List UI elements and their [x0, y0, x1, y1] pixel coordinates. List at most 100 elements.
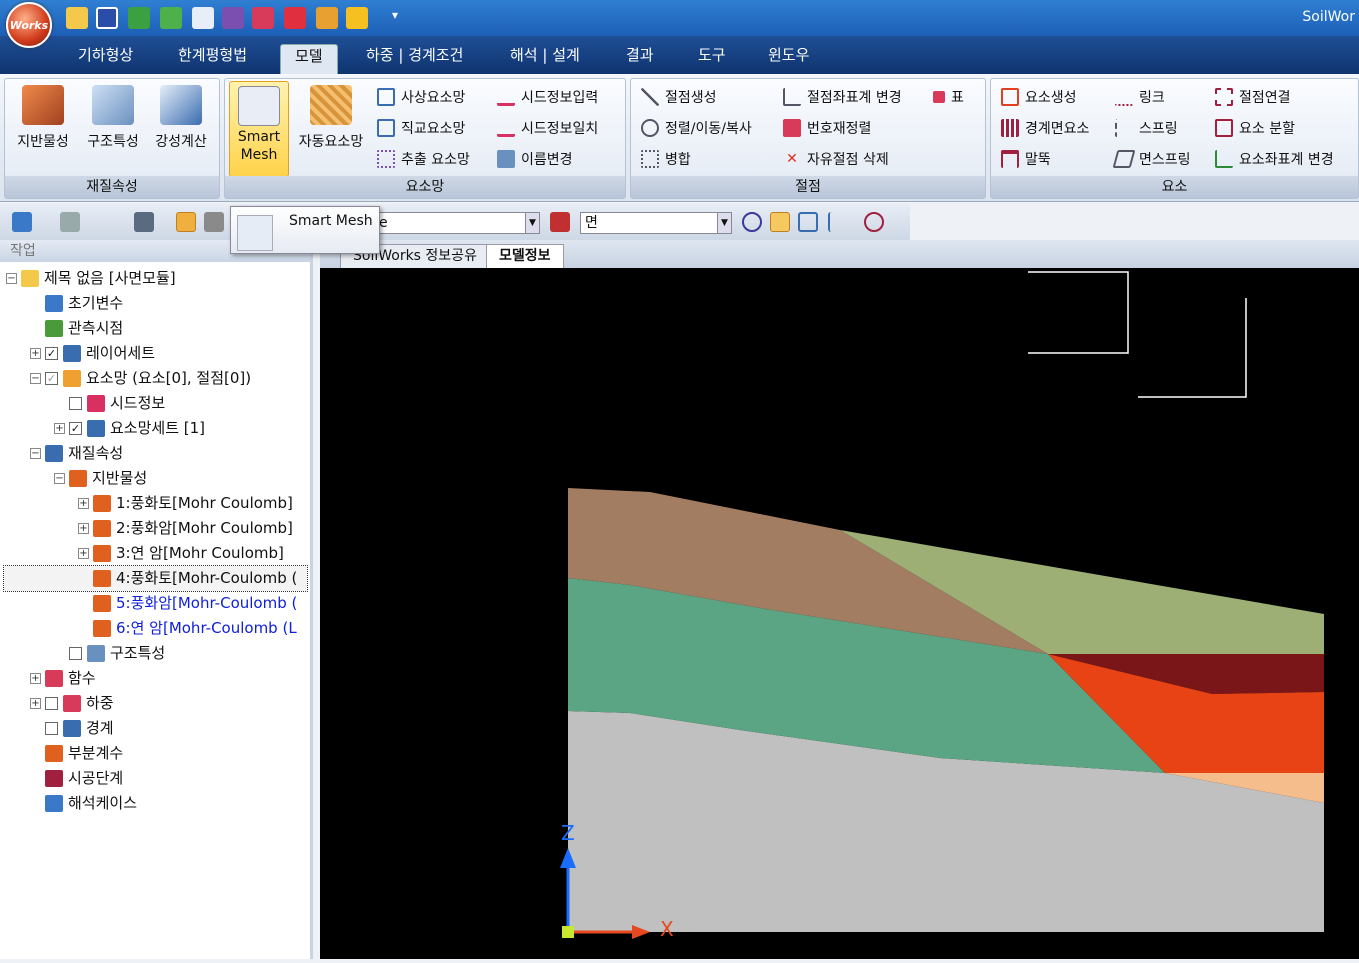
- tab-result[interactable]: 결과: [612, 44, 668, 74]
- renumber-button[interactable]: 번호재정렬: [783, 118, 871, 138]
- cursor-select-icon[interactable]: [828, 212, 848, 232]
- tree-material-6[interactable]: 6:연 암[Mohr-Coulomb (L: [78, 616, 297, 641]
- tree-checkbox[interactable]: ✓: [69, 422, 82, 435]
- tab-limit-equilibrium[interactable]: 한계평형법: [164, 44, 261, 74]
- tree-analysis-case[interactable]: 해석케이스: [30, 791, 137, 816]
- filter-icon[interactable]: [550, 212, 570, 232]
- tree-material-5[interactable]: 5:풍화암[Mohr-Coulomb (: [78, 591, 297, 616]
- tree-initial-vars[interactable]: 초기변수: [30, 291, 123, 316]
- open-folder-icon[interactable]: [66, 7, 88, 29]
- expand-icon[interactable]: +: [78, 498, 89, 509]
- tree-checkbox[interactable]: [45, 697, 58, 710]
- smart-mesh-button[interactable]: Smart Mesh: [229, 81, 289, 177]
- lightning-icon[interactable]: [346, 7, 368, 29]
- node-connect-button[interactable]: 절점연결: [1215, 87, 1291, 107]
- tab-load-boundary[interactable]: 하중 | 경계조건: [352, 44, 477, 74]
- tree-observation[interactable]: 관측시점: [30, 316, 123, 341]
- polygon-select-icon[interactable]: [798, 212, 818, 232]
- entity-type-combo[interactable]: 면 ▼: [580, 212, 732, 234]
- tree-material[interactable]: − 재질속성: [30, 441, 123, 466]
- lock-icon[interactable]: [204, 212, 224, 232]
- element-coord-change-button[interactable]: 요소좌표계 변경: [1215, 149, 1334, 169]
- note-icon[interactable]: [192, 7, 214, 29]
- window-icon[interactable]: [316, 7, 338, 29]
- lock-select-icon[interactable]: [176, 212, 196, 232]
- model-canvas[interactable]: Z X: [320, 268, 1359, 959]
- tab-tools[interactable]: 도구: [684, 44, 740, 74]
- tab-analysis-design[interactable]: 해석 | 설계: [496, 44, 594, 74]
- tree-material-3[interactable]: +3:연 암[Mohr Coulomb]: [78, 541, 284, 566]
- grid-icon[interactable]: [284, 7, 306, 29]
- collapse-icon[interactable]: −: [30, 448, 41, 459]
- tree-checkbox[interactable]: [69, 397, 82, 410]
- save-icon[interactable]: [96, 7, 118, 29]
- tree-partial-factor[interactable]: 부분계수: [30, 741, 123, 766]
- rename-button[interactable]: 이름변경: [497, 149, 573, 169]
- rotate-icon[interactable]: [12, 212, 32, 232]
- delete-free-node-button[interactable]: ✕ 자유절점 삭제: [783, 149, 889, 169]
- expand-icon[interactable]: +: [54, 423, 65, 434]
- chevron-down-icon[interactable]: ▼: [525, 213, 539, 233]
- stiffness-calc-button[interactable]: 강성계산: [149, 85, 213, 151]
- ground-property-button[interactable]: 지반물성: [11, 85, 75, 151]
- expand-icon[interactable]: +: [30, 698, 41, 709]
- tab-window[interactable]: 윈도우: [754, 44, 823, 74]
- quick-access-more-icon[interactable]: ▾: [392, 8, 398, 22]
- seed-input-button[interactable]: 시드정보입력: [497, 87, 598, 107]
- chevron-down-icon[interactable]: ▼: [717, 213, 731, 233]
- deselect-icon[interactable]: [864, 212, 884, 232]
- app-menu-orb[interactable]: Works: [6, 2, 52, 48]
- collapse-icon[interactable]: −: [30, 373, 41, 384]
- structure-property-button[interactable]: 구조특성: [81, 85, 145, 151]
- select-pick-icon[interactable]: [742, 212, 762, 232]
- selection-filter-combo[interactable]: e ▼: [374, 212, 540, 234]
- seed-match-button[interactable]: 시드정보일치: [497, 118, 598, 138]
- window-select-icon[interactable]: [770, 212, 790, 232]
- tree-mesh-set[interactable]: + ✓ 요소망세트 [1]: [54, 416, 205, 441]
- interface-element-button[interactable]: 경계면요소: [1001, 118, 1089, 138]
- split-element-button[interactable]: 요소 분할: [1215, 118, 1295, 138]
- expand-icon[interactable]: +: [30, 348, 41, 359]
- spring-button[interactable]: 스프링: [1115, 118, 1178, 138]
- collapse-icon[interactable]: −: [6, 273, 17, 284]
- auto-mesh-button[interactable]: 자동요소망: [291, 85, 371, 151]
- draw-icon[interactable]: [222, 7, 244, 29]
- surface-spring-button[interactable]: 면스프링: [1112, 149, 1191, 169]
- collapse-icon[interactable]: −: [54, 473, 65, 484]
- line-icon[interactable]: [160, 7, 182, 29]
- run-icon[interactable]: [134, 212, 154, 232]
- tab-model-info[interactable]: 모델정보: [486, 244, 564, 268]
- map-mesh-button[interactable]: 사상요소망: [377, 87, 465, 107]
- redo-icon[interactable]: [60, 212, 80, 232]
- merge-button[interactable]: 병합: [641, 149, 691, 169]
- tree-checkbox[interactable]: [45, 722, 58, 735]
- table-button[interactable]: 표: [933, 87, 964, 107]
- node-coord-change-button[interactable]: 절점좌표계 변경: [783, 87, 902, 107]
- tree-seed-info[interactable]: 시드정보: [54, 391, 165, 416]
- tab-model[interactable]: 모델: [280, 44, 338, 74]
- align-move-copy-button[interactable]: 정렬/이동/복사: [641, 118, 752, 138]
- tree-boundary[interactable]: 경계: [30, 716, 114, 741]
- tree-construction-stage[interactable]: 시공단계: [30, 766, 123, 791]
- tree-root[interactable]: − 제목 없음 [사면모듈]: [6, 266, 176, 291]
- undo-icon[interactable]: [128, 7, 150, 29]
- ortho-mesh-button[interactable]: 직교요소망: [377, 118, 465, 138]
- tree-ground-property[interactable]: − 지반물성: [54, 466, 147, 491]
- pile-button[interactable]: 말뚝: [1001, 149, 1051, 169]
- user-icon[interactable]: [252, 7, 274, 29]
- tree-material-1[interactable]: +1:풍화토[Mohr Coulomb]: [78, 491, 293, 516]
- model-viewport[interactable]: Z X: [320, 268, 1359, 959]
- tree-checkbox[interactable]: ✓: [45, 347, 58, 360]
- tree-mesh[interactable]: − ✓ 요소망 (요소[0], 절점[0]): [30, 366, 251, 391]
- tree-material-4[interactable]: 4:풍화토[Mohr-Coulomb (: [3, 565, 308, 592]
- tree-checkbox[interactable]: ✓: [45, 372, 58, 385]
- expand-icon[interactable]: +: [30, 673, 41, 684]
- expand-icon[interactable]: +: [78, 548, 89, 559]
- extract-mesh-button[interactable]: 추출 요소망: [377, 149, 470, 169]
- create-node-button[interactable]: 절점생성: [641, 87, 717, 107]
- tree-load[interactable]: + 하중: [30, 691, 114, 716]
- expand-icon[interactable]: +: [78, 523, 89, 534]
- tree-checkbox[interactable]: [69, 647, 82, 660]
- tab-geometry[interactable]: 기하형상: [64, 44, 147, 74]
- tree-layer-set[interactable]: + ✓ 레이어세트: [30, 341, 155, 366]
